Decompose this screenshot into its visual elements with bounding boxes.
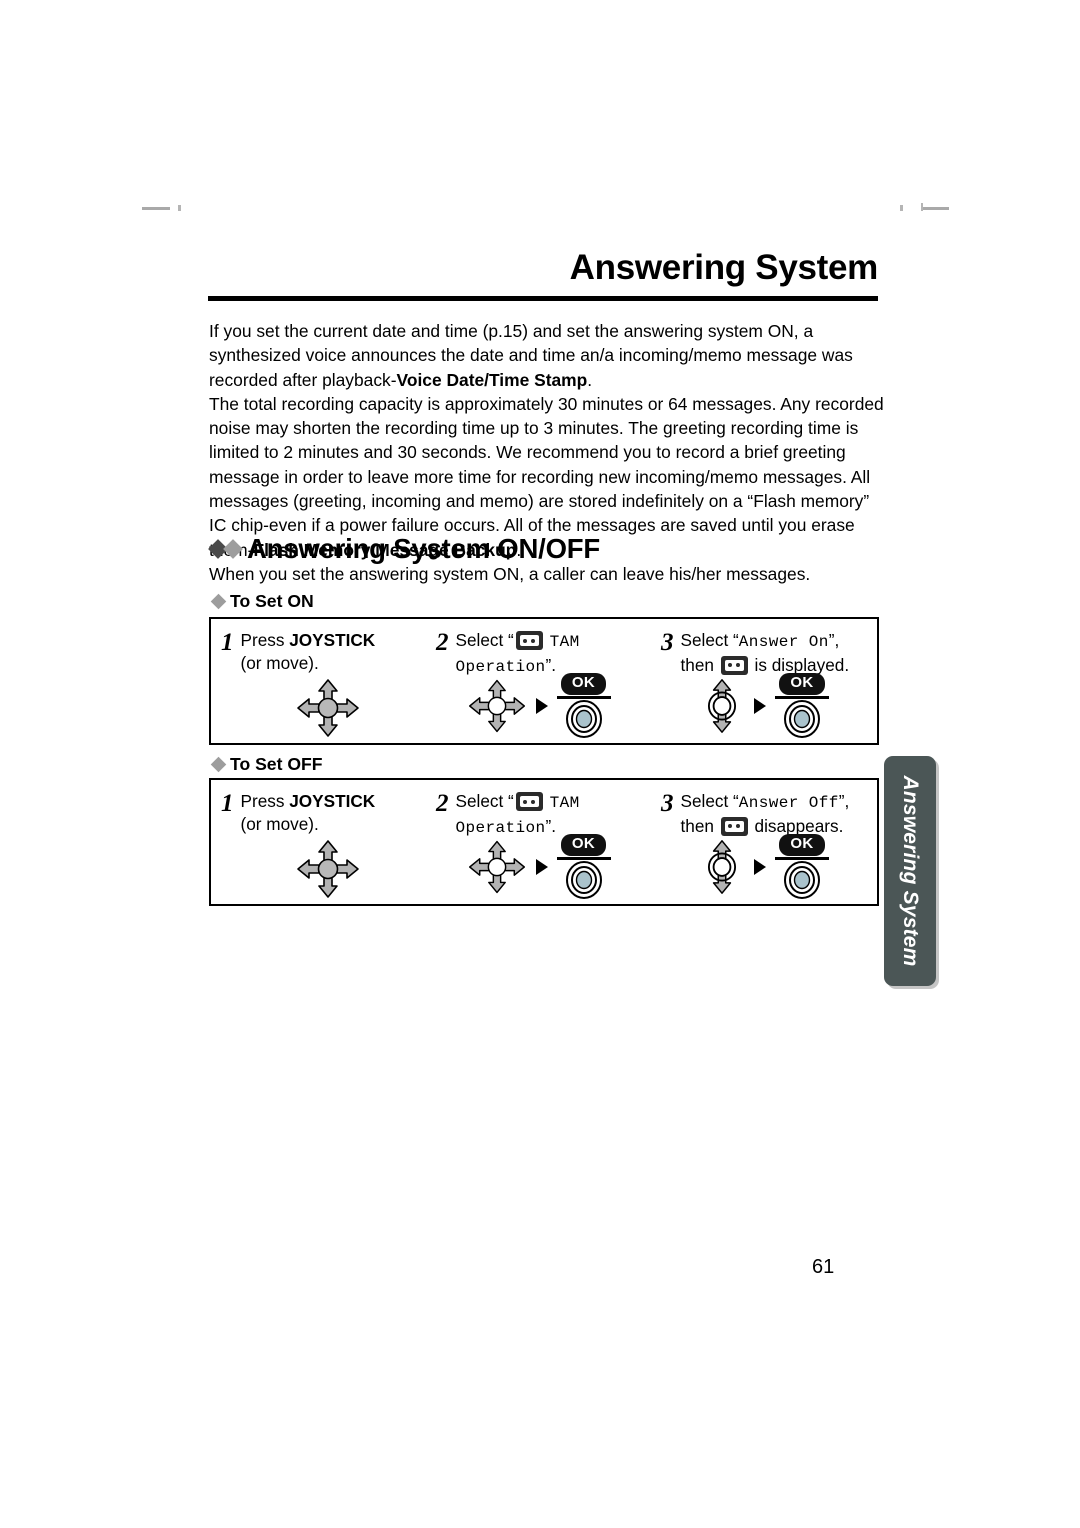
steps-box-set-on: 1 Press JOYSTICK (or move). 2 Select “ T…	[209, 617, 879, 745]
arrow-separator-icon	[535, 859, 548, 876]
step-graphics: OK	[426, 834, 651, 900]
step-graphics	[211, 677, 426, 739]
step-2-set-on: 2 Select “ TAM Operation”. OK	[426, 619, 651, 743]
step-text-line2-pre: then	[680, 654, 719, 675]
step-text-pre: Press	[240, 630, 290, 650]
step-text-mono: Answer Off	[738, 794, 839, 812]
step-text-post: ”,	[838, 791, 850, 811]
arrow-separator-icon	[754, 859, 766, 876]
subheading-to-set-off: To Set OFF	[210, 754, 323, 775]
step-text-mono: Answer On	[738, 633, 829, 651]
subheading-to-set-on: To Set ON	[210, 591, 314, 612]
section-side-tab: Answering System	[884, 756, 936, 986]
step-text-pre: Select “	[455, 630, 514, 650]
section-heading-label: Answering System ON/OFF	[247, 533, 600, 564]
step-text-pre: Select “	[680, 791, 739, 811]
ok-button-label[interactable]: OK	[779, 673, 825, 695]
cassette-tape-icon	[515, 631, 543, 650]
step-text-mono: TAM	[549, 633, 580, 651]
joystick-4way-icon	[296, 840, 359, 898]
section-subtitle: When you set the answering system ON, a …	[209, 564, 811, 584]
subheading-to-set-on-label: To Set ON	[230, 591, 314, 611]
ok-button-label[interactable]: OK	[560, 673, 607, 695]
document-page: Answering System If you set the current …	[0, 0, 1080, 1528]
step-instruction: Select “ TAM Operation”.	[456, 790, 646, 839]
cassette-tape-icon	[720, 816, 748, 836]
section-heading: Answering System ON/OFF	[208, 533, 600, 565]
step-instruction: Press JOYSTICK (or move).	[241, 629, 421, 674]
arrow-separator-icon	[754, 698, 766, 715]
header-divider	[208, 296, 878, 301]
step-graphics: OK	[651, 834, 877, 900]
step-number: 1	[221, 629, 234, 656]
step-text-pre: Press	[240, 791, 290, 811]
crop-mark-right	[921, 207, 949, 210]
step-number: 1	[221, 790, 234, 817]
ok-button-group: OK	[775, 834, 829, 900]
step-instruction: Select “Answer Off”, then disappears.	[681, 790, 872, 837]
joystick-4way-icon	[296, 679, 359, 737]
step-text-line2-post: is displayed.	[754, 654, 850, 675]
registration-dot-left	[178, 205, 181, 211]
step-text-post: ”,	[828, 630, 840, 650]
diamond-light-icon	[223, 539, 243, 559]
crop-mark-right-tick	[921, 203, 923, 211]
cassette-tape-icon	[720, 655, 748, 675]
section-side-tab-label: Answering System	[899, 775, 922, 967]
step-graphics	[211, 838, 426, 900]
step-text-mono: TAM	[549, 794, 580, 812]
intro-paragraph-1: If you set the current date and time (p.…	[209, 319, 889, 392]
step-graphics: OK	[426, 673, 651, 739]
ok-button-label[interactable]: OK	[779, 834, 825, 856]
step-1-set-off: 1 Press JOYSTICK (or move).	[211, 780, 426, 904]
registration-dot-right	[900, 205, 903, 211]
intro-text: If you set the current date and time (p.…	[209, 319, 889, 562]
step-text-line2: (or move).	[240, 813, 319, 834]
steps-box-set-off: 1 Press JOYSTICK (or move). 2 Select “ T…	[209, 778, 879, 906]
ok-navigator-button-icon[interactable]	[781, 699, 823, 739]
arrow-separator-icon	[535, 698, 548, 715]
page-number: 61	[812, 1256, 835, 1278]
step-text-key: JOYSTICK	[289, 791, 376, 811]
page-title: Answering System	[569, 248, 879, 287]
step-number: 3	[661, 790, 674, 817]
step-text-line2-pre: then	[680, 815, 719, 836]
step-text-post: ”.	[545, 815, 557, 836]
step-3-set-off: 3 Select “Answer Off”, then disappears.	[651, 780, 877, 904]
joystick-4way-icon	[468, 840, 525, 894]
step-instruction: Select “ TAM Operation”.	[456, 629, 646, 678]
diamond-bullet-icon	[210, 756, 227, 773]
step-1-set-on: 1 Press JOYSTICK (or move).	[211, 619, 426, 743]
diamond-bullet-icon	[210, 593, 227, 610]
joystick-updown-icon	[707, 840, 737, 895]
ok-navigator-button-icon[interactable]	[563, 860, 605, 900]
ok-button-group: OK	[556, 673, 611, 739]
step-text-key: JOYSTICK	[289, 630, 376, 650]
ok-navigator-button-icon[interactable]	[563, 699, 605, 739]
step-text-line2-post: disappears.	[754, 815, 844, 836]
step-instruction: Press JOYSTICK (or move).	[241, 790, 421, 835]
ok-navigator-button-icon[interactable]	[781, 860, 823, 900]
intro-p1-emphasis: Voice Date/Time Stamp	[396, 369, 588, 390]
step-text-post: ”.	[545, 654, 557, 675]
crop-mark-left	[142, 207, 170, 210]
step-2-set-off: 2 Select “ TAM Operation”. OK	[426, 780, 651, 904]
step-text-pre: Select “	[455, 791, 514, 811]
ok-button-group: OK	[775, 673, 829, 739]
step-number: 2	[436, 790, 449, 817]
step-text-line2: (or move).	[240, 652, 319, 673]
cassette-tape-icon	[515, 792, 543, 811]
step-text-pre: Select “	[680, 630, 739, 650]
joystick-updown-icon	[707, 679, 737, 734]
ok-button-label[interactable]: OK	[560, 834, 607, 856]
intro-p1-tail: .	[587, 369, 593, 390]
step-instruction: Select “Answer On”, then is displayed.	[681, 629, 872, 676]
step-3-set-on: 3 Select “Answer On”, then is displayed.	[651, 619, 877, 743]
step-number: 3	[661, 629, 674, 656]
joystick-4way-icon	[468, 679, 525, 733]
ok-button-group: OK	[556, 834, 611, 900]
step-number: 2	[436, 629, 449, 656]
step-graphics: OK	[651, 673, 877, 739]
subheading-to-set-off-label: To Set OFF	[230, 754, 323, 774]
